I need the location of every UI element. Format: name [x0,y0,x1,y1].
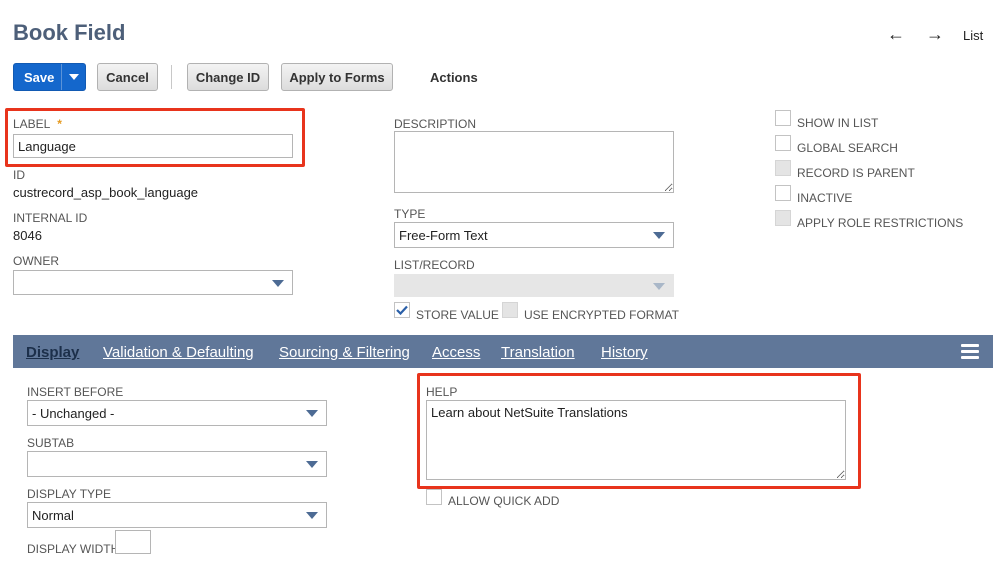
type-select[interactable]: Free-Form Text [394,222,674,248]
chevron-down-icon[interactable] [62,74,85,80]
chevron-down-icon [272,279,284,287]
id-value: custrecord_asp_book_language [13,185,199,200]
required-marker: * [57,117,62,131]
tab-sourcing-filtering-label: Sourcing & Filtering [279,344,410,361]
insert-before-select-value: - Unchanged - [32,405,115,421]
apply-role-restrictions-checkbox [775,210,791,226]
chevron-down-icon [306,410,318,417]
type-select-value: Free-Form Text [399,227,488,243]
display-type-label: DISPLAY TYPE [27,487,112,501]
apply-role-restrictions-label: APPLY ROLE RESTRICTIONS [797,216,964,230]
save-button-label: Save [24,69,55,85]
display-type-select-value: Normal [32,507,74,523]
internal-id-value: 8046 [13,228,42,243]
insert-before-select[interactable]: - Unchanged - [27,400,327,426]
toolbar-divider [171,65,172,89]
tab-sourcing-filtering[interactable]: Sourcing & Filtering [279,344,410,361]
label-field-label-text: LABEL [13,117,50,131]
tab-history-label: History [601,344,648,361]
apply-to-forms-button[interactable]: Apply to Forms [281,63,393,91]
help-textarea[interactable]: Learn about NetSuite Translations [426,400,846,480]
tab-access[interactable]: Access [432,344,480,361]
subtab-select[interactable] [27,451,327,477]
record-is-parent-checkbox [775,160,791,176]
tab-display[interactable]: Display [26,344,79,361]
checkmark-icon [396,305,408,315]
tab-validation-defaulting-label: Validation & Defaulting [103,344,254,361]
show-in-list-label: SHOW IN LIST [797,116,879,130]
subtab-bar: Display Validation & Defaulting Sourcing… [13,335,993,368]
record-is-parent-label: RECORD IS PARENT [797,166,915,180]
use-encrypted-format-label: USE ENCRYPTED FORMAT [524,308,679,322]
help-label: HELP [426,385,458,399]
owner-label: OWNER [13,254,59,268]
description-textarea[interactable] [394,131,674,193]
global-search-label: GLOBAL SEARCH [797,141,898,155]
list-link[interactable]: List [963,28,983,43]
allow-quick-add-checkbox[interactable] [426,489,442,505]
inactive-checkbox[interactable] [775,185,791,201]
tab-display-label: Display [26,344,80,361]
hamburger-menu-icon[interactable] [961,344,979,360]
insert-before-label: INSERT BEFORE [27,385,124,399]
id-label: ID [13,168,25,182]
chevron-down-icon [653,282,665,290]
description-label: DESCRIPTION [394,117,477,131]
display-width-label: DISPLAY WIDTH [27,542,120,556]
tab-translation[interactable]: Translation [501,344,575,361]
label-field-label: LABEL * [13,117,62,131]
inactive-label: INACTIVE [797,191,853,205]
chevron-down-icon [653,232,665,239]
store-value-label: STORE VALUE [416,308,499,322]
label-input[interactable] [13,134,293,158]
allow-quick-add-label: ALLOW QUICK ADD [448,494,560,508]
page-title: Book Field [13,20,126,45]
display-width-input[interactable] [115,530,151,554]
tab-translation-label: Translation [501,344,575,361]
tab-history[interactable]: History [601,344,648,361]
list-record-label: LIST/RECORD [394,258,475,272]
forward-arrow-icon[interactable]: → [926,24,944,44]
tab-validation-defaulting[interactable]: Validation & Defaulting [103,344,254,361]
display-type-select[interactable]: Normal [27,502,327,528]
owner-select[interactable] [13,270,293,295]
use-encrypted-format-checkbox [502,302,518,318]
change-id-button[interactable]: Change ID [187,63,269,91]
internal-id-label: INTERNAL ID [13,211,88,225]
store-value-checkbox[interactable] [394,302,410,318]
show-in-list-checkbox[interactable] [775,110,791,126]
type-label: TYPE [394,207,426,221]
list-record-select [394,274,674,297]
chevron-down-icon [306,461,318,468]
save-button[interactable]: Save [13,63,86,91]
tab-access-label: Access [432,344,481,361]
chevron-down-icon [306,512,318,519]
actions-menu[interactable]: Actions [430,70,478,85]
back-arrow-icon[interactable]: ← [887,24,905,44]
subtab-label: SUBTAB [27,436,75,450]
cancel-button[interactable]: Cancel [97,63,158,91]
global-search-checkbox[interactable] [775,135,791,151]
